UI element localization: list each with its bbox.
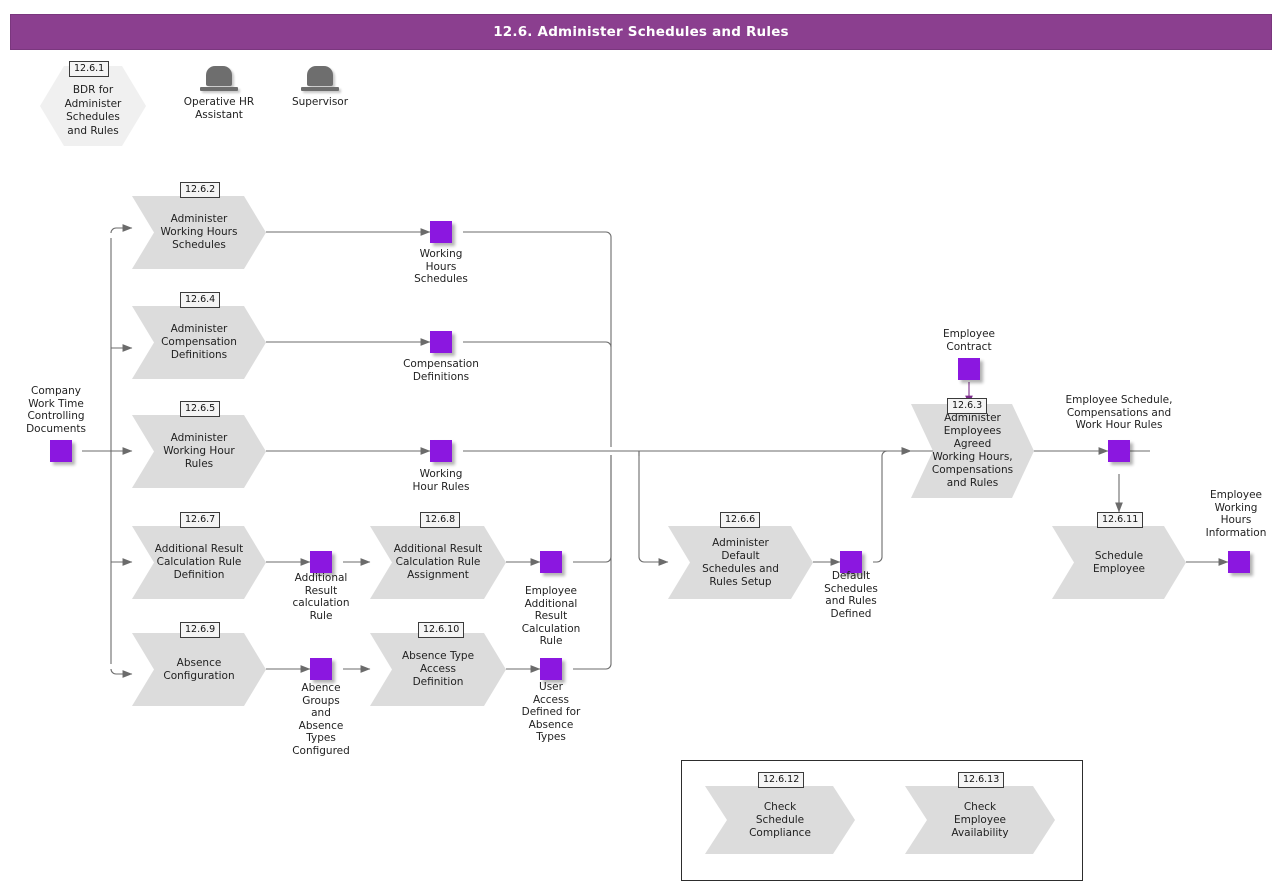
data-object-user-access-defined[interactable]	[540, 658, 562, 680]
role-label: Operative HR Assistant	[183, 96, 255, 121]
data-object-compensation-definitions[interactable]	[430, 331, 452, 353]
role-person-icon	[206, 66, 232, 86]
data-object-company-docs[interactable]	[50, 440, 72, 462]
data-object-employee-schedule-compensations[interactable]	[1108, 440, 1130, 462]
process-label: Additional Result Calculation Rule Defin…	[154, 543, 244, 581]
process-id-badge-12-6-3: 12.6.3	[947, 398, 988, 414]
data-object-working-hours-schedules[interactable]	[430, 221, 452, 243]
process-12-6-3[interactable]: Administer Employees Agreed Working Hour…	[911, 404, 1034, 498]
data-object-label-compensation-definitions: Compensation Definitions	[403, 358, 479, 383]
role-operative-hr-assistant[interactable]: Operative HR Assistant	[184, 66, 254, 121]
data-object-additional-result-calculation-rule[interactable]	[310, 551, 332, 573]
role-label: Supervisor	[291, 96, 349, 108]
process-label: Check Schedule Compliance	[749, 800, 811, 839]
data-object-label-employee-schedule-compensations: Employee Schedule, Compensations and Wor…	[1065, 394, 1173, 432]
data-object-label-abence-groups: Abence Groups and Absence Types Configur…	[292, 682, 350, 757]
role-supervisor[interactable]: Supervisor	[292, 66, 348, 109]
process-id-badge-12-6-11: 12.6.11	[1097, 512, 1144, 528]
process-label: Administer Working Hour Rules	[163, 432, 235, 470]
page-title-bar: 12.6. Administer Schedules and Rules	[10, 14, 1272, 50]
process-12-6-8[interactable]: Additional Result Calculation Rule Assig…	[370, 526, 506, 599]
role-person-base-icon	[200, 87, 238, 91]
process-label: Absence Configuration	[163, 656, 235, 682]
process-id-badge-12-6-13: 12.6.13	[958, 772, 1005, 788]
process-id-badge-12-6-12: 12.6.12	[758, 772, 805, 788]
process-12-6-11[interactable]: Schedule Employee	[1052, 526, 1186, 599]
data-object-employee-working-hours-information[interactable]	[1228, 551, 1250, 573]
process-label: Schedule Employee	[1092, 549, 1145, 575]
data-object-label-default-schedules-defined: Default Schedules and Rules Defined	[824, 570, 878, 620]
role-person-icon	[307, 66, 333, 86]
process-12-6-9[interactable]: Absence Configuration	[132, 633, 266, 706]
process-id-badge-12-6-8: 12.6.8	[420, 512, 461, 528]
process-12-6-13[interactable]: Check Employee Availability	[905, 786, 1055, 854]
process-label: Administer Compensation Definitions	[161, 323, 237, 361]
process-12-6-6[interactable]: Administer Default Schedules and Rules S…	[668, 526, 813, 599]
data-object-label-working-hour-rules: Working Hour Rules	[412, 468, 470, 493]
process-id-badge-12-6-4: 12.6.4	[180, 292, 221, 308]
data-object-employee-additional-result-calculation-rule[interactable]	[540, 551, 562, 573]
process-label: Administer Default Schedules and Rules S…	[702, 536, 779, 588]
process-label: Administer Working Hours Schedules	[160, 213, 238, 251]
data-object-employee-contract[interactable]	[958, 358, 980, 380]
process-id-badge-12-6-7: 12.6.7	[180, 512, 221, 528]
data-object-label-additional-result-calculation-rule: Additional Result calculation Rule	[292, 572, 350, 622]
process-12-6-7[interactable]: Additional Result Calculation Rule Defin…	[132, 526, 266, 599]
process-label: Administer Employees Agreed Working Hour…	[931, 412, 1014, 489]
data-object-label-employee-working-hours-information: Employee Working Hours Information	[1205, 489, 1267, 539]
data-object-abence-groups[interactable]	[310, 658, 332, 680]
process-id-badge-12-6-6: 12.6.6	[720, 512, 761, 528]
data-object-label-user-access-defined: User Access Defined for Absence Types	[521, 681, 581, 744]
process-12-6-4[interactable]: Administer Compensation Definitions	[132, 306, 266, 379]
process-12-6-2[interactable]: Administer Working Hours Schedules	[132, 196, 266, 269]
process-label: Check Employee Availability	[951, 800, 1009, 839]
process-id-badge-12-6-2: 12.6.2	[180, 182, 221, 198]
data-object-label-company-docs: Company Work Time Controlling Documents	[26, 385, 86, 435]
data-object-label-employee-additional-result: Employee Additional Result Calculation R…	[521, 585, 581, 648]
data-object-label-working-hours-schedules: Working Hours Schedules	[414, 248, 468, 286]
process-id-badge-12-6-9: 12.6.9	[180, 622, 221, 638]
role-person-base-icon	[301, 87, 339, 91]
process-12-6-12[interactable]: Check Schedule Compliance	[705, 786, 855, 854]
process-12-6-10[interactable]: Absence Type Access Definition	[370, 633, 506, 706]
data-object-label-employee-contract: Employee Contract	[942, 328, 995, 353]
bdr-id-badge: 12.6.1	[69, 61, 110, 77]
process-id-badge-12-6-5: 12.6.5	[180, 401, 221, 417]
bdr-label: BDR for Administer Schedules and Rules	[64, 84, 122, 137]
data-object-working-hour-rules[interactable]	[430, 440, 452, 462]
process-label: Additional Result Calculation Rule Assig…	[393, 543, 483, 581]
page-title: 12.6. Administer Schedules and Rules	[493, 24, 789, 40]
bdr-hexagon[interactable]: BDR for Administer Schedules and Rules	[40, 66, 146, 146]
process-12-6-5[interactable]: Administer Working Hour Rules	[132, 415, 266, 488]
process-label: Absence Type Access Definition	[401, 650, 475, 688]
process-id-badge-12-6-10: 12.6.10	[418, 622, 465, 638]
